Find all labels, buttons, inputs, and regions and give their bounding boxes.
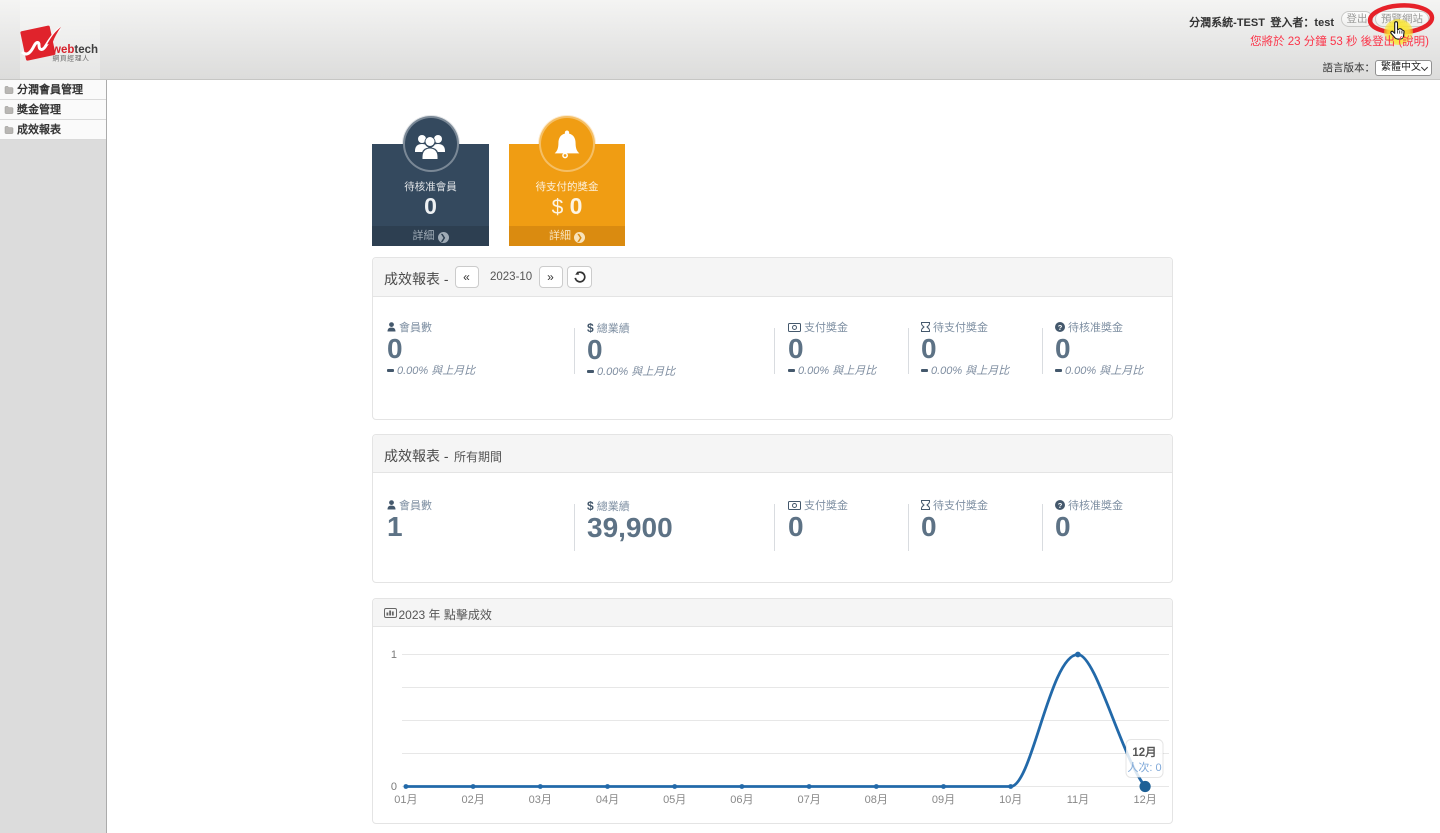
svg-text:?: ? <box>1058 500 1063 509</box>
svg-text:05月: 05月 <box>663 794 686 806</box>
svg-text:12月: 12月 <box>1132 746 1156 759</box>
svg-text:03月: 03月 <box>529 794 552 806</box>
svg-text:06月: 06月 <box>730 794 753 806</box>
svg-text:網頁經理人: 網頁經理人 <box>53 54 90 63</box>
svg-text:webtech: webtech <box>51 44 98 56</box>
svg-text:12月: 12月 <box>1133 794 1156 806</box>
svg-text:02月: 02月 <box>461 794 484 806</box>
svg-text:人次: 0: 人次: 0 <box>1127 760 1161 774</box>
svg-text:09月: 09月 <box>932 794 955 806</box>
svg-text:1: 1 <box>391 649 397 661</box>
svg-text:?: ? <box>1058 323 1063 332</box>
svg-text:01月: 01月 <box>394 794 417 806</box>
svg-text:10月: 10月 <box>999 794 1022 806</box>
svg-text:04月: 04月 <box>596 794 619 806</box>
svg-text:0: 0 <box>391 781 397 793</box>
svg-text:08月: 08月 <box>865 794 888 806</box>
svg-text:11月: 11月 <box>1067 794 1089 806</box>
svg-text:07月: 07月 <box>797 794 820 806</box>
